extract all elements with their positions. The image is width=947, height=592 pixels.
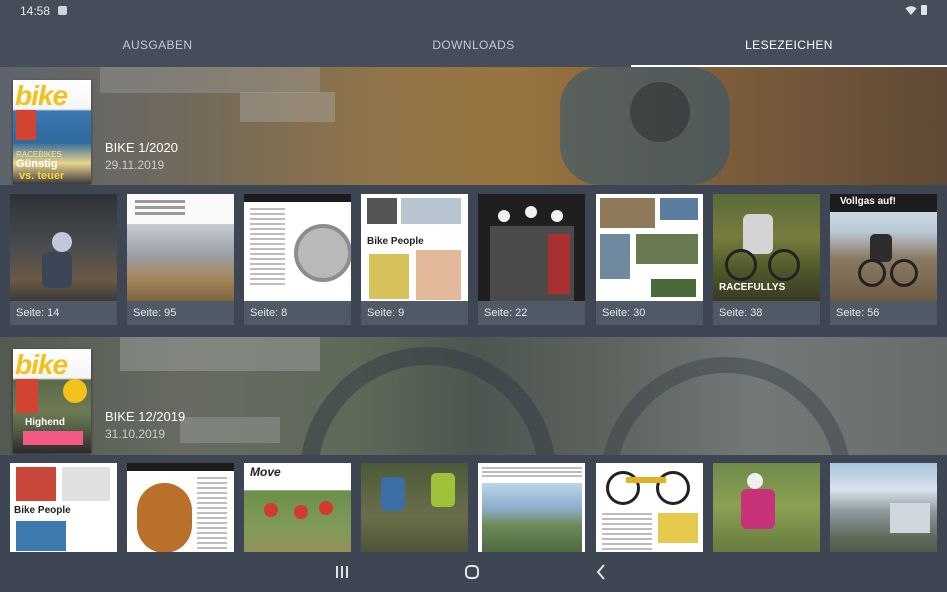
bookmark-strip: Bike People Move (0, 455, 947, 552)
bookmark-thumbnail[interactable] (830, 463, 937, 552)
status-bar: 14:58 (0, 0, 947, 22)
bookmark-list[interactable]: bike RACEBIKES Günstig vs. teuer BIKE 1/… (0, 67, 947, 552)
cover-headline: Günstig (16, 158, 58, 170)
cover-headline-2: vs. teuer (19, 170, 65, 182)
bookmark-thumbnail[interactable]: Seite: 30 (596, 194, 703, 325)
bookmark-page-label: Seite: 9 (367, 307, 405, 319)
bookmark-thumbnail[interactable]: Seite: 22 (478, 194, 585, 325)
system-navigation-bar (0, 552, 947, 592)
issue-date: 31.10.2019 (105, 427, 166, 441)
page-heading: Bike People (367, 236, 424, 247)
issue-cover[interactable]: bike Highend (13, 349, 91, 453)
bookmark-thumbnail[interactable]: Move (244, 463, 351, 552)
bookmark-thumbnail[interactable]: Seite: 14 (10, 194, 117, 325)
bookmark-strip: Seite: 14 Seite: 95 Seite: 8 Bike People (0, 185, 947, 337)
bookmark-page-label: Seite: 8 (250, 307, 288, 319)
cover-logo: bike (15, 349, 68, 380)
bookmark-thumbnail[interactable]: Bike People Seite: 9 (361, 194, 468, 325)
back-icon[interactable] (590, 562, 614, 582)
bookmark-page-label: Seite: 30 (602, 307, 646, 319)
bookmark-page-label: Seite: 14 (16, 307, 60, 319)
bookmark-thumbnail[interactable]: Seite: 95 (127, 194, 234, 325)
issue-header[interactable]: bike Highend BIKE 12/2019 31.10.2019 (0, 337, 947, 455)
bookmark-thumbnail[interactable] (361, 463, 468, 552)
bookmark-thumbnail[interactable]: RACEFULLYS Seite: 38 (713, 194, 820, 325)
cover-logo: bike (15, 80, 68, 111)
bookmark-thumbnail[interactable] (713, 463, 820, 552)
bookmark-thumbnail[interactable]: Vollgas auf! Seite: 56 (830, 194, 937, 325)
bookmark-page-label: Seite: 38 (719, 307, 763, 319)
tab-bar: AUSGABEN DOWNLOADS LESEZEICHEN (0, 22, 947, 67)
recent-apps-icon[interactable] (330, 562, 354, 582)
issue-date: 29.11.2019 (105, 158, 165, 172)
bookmark-thumbnail[interactable] (478, 463, 585, 552)
page-heading: Bike People (14, 505, 71, 516)
bookmark-thumbnail[interactable] (596, 463, 703, 552)
tab-ausgaben[interactable]: AUSGABEN (0, 22, 315, 67)
page-heading: Vollgas auf! (840, 196, 896, 207)
issue-header[interactable]: bike RACEBIKES Günstig vs. teuer BIKE 1/… (0, 67, 947, 185)
wifi-icon (905, 6, 917, 15)
bookmark-page-label: Seite: 95 (133, 307, 177, 319)
home-icon[interactable] (460, 562, 484, 582)
tab-lesezeichen[interactable]: LESEZEICHEN (631, 22, 947, 67)
issue-title: BIKE 12/2019 (105, 409, 186, 424)
tab-downloads[interactable]: DOWNLOADS (316, 22, 631, 67)
battery-icon (921, 5, 927, 15)
issue-cover[interactable]: bike RACEBIKES Günstig vs. teuer (13, 80, 91, 184)
bookmark-thumbnail[interactable]: Seite: 8 (244, 194, 351, 325)
bookmark-thumbnail[interactable] (127, 463, 234, 552)
notification-icon (58, 6, 67, 15)
issue-title: BIKE 1/2020 (105, 140, 178, 155)
cover-headline: Highend (25, 417, 65, 428)
bookmark-page-label: Seite: 22 (484, 307, 528, 319)
bookmark-page-label: Seite: 56 (836, 307, 880, 319)
page-heading: Move (250, 465, 281, 479)
page-heading: RACEFULLYS (719, 282, 786, 293)
bookmark-thumbnail[interactable]: Bike People (10, 463, 117, 552)
status-time: 14:58 (20, 4, 51, 18)
